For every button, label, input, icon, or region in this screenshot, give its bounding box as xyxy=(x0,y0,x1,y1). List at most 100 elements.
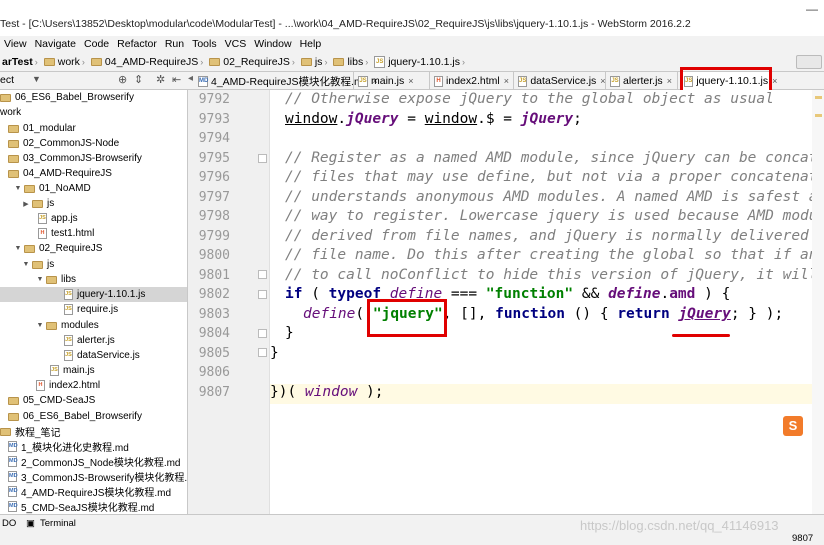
gear-icon[interactable]: ✲ xyxy=(156,73,165,86)
breadcrumb-amd[interactable]: 04_AMD-RequireJS › xyxy=(89,56,207,68)
tree-item[interactable]: JS dataService.js xyxy=(0,348,187,363)
tree-item[interactable]: 01_modular xyxy=(0,121,187,136)
close-icon[interactable]: × xyxy=(772,76,777,86)
tab-main-js[interactable]: JS main.js × xyxy=(354,72,430,90)
tab-amd-md[interactable]: MD 4_AMD-RequireJS模块化教程.md × xyxy=(194,72,378,90)
close-icon[interactable]: × xyxy=(600,76,605,86)
menu-refactor[interactable]: Refactor xyxy=(113,36,161,52)
tab-alerter-js[interactable]: JS alerter.js × xyxy=(606,72,678,90)
folder-icon xyxy=(8,412,19,421)
tree-item[interactable]: Hindex2.html xyxy=(0,378,187,393)
project-view-label[interactable]: ect xyxy=(0,74,14,86)
chevron-down-icon[interactable]: ▼ xyxy=(36,322,44,329)
code-line-9797: // understands anonymous AMD modules. A … xyxy=(285,189,818,205)
js-file-icon: JS xyxy=(610,75,620,87)
tree-item[interactable]: JS app.js xyxy=(0,211,187,226)
tree-item[interactable]: ▶ js xyxy=(0,196,187,211)
menu-code[interactable]: Code xyxy=(80,36,113,52)
tree-item[interactable]: ▼ modules xyxy=(0,318,187,333)
line-number: 9799 xyxy=(198,229,230,244)
tree-item[interactable]: ▼ js xyxy=(0,257,187,272)
breadcrumb-file[interactable]: JS jquery-1.10.1.js › xyxy=(372,55,469,68)
folder-icon xyxy=(8,169,19,178)
line-number: 9796 xyxy=(198,170,230,185)
tree-item[interactable]: ▼ 02_RequireJS xyxy=(0,241,187,256)
chevron-down-icon[interactable]: ▼ xyxy=(22,261,30,268)
fold-icon[interactable] xyxy=(258,329,267,338)
menu-navigate[interactable]: Navigate xyxy=(31,36,80,52)
todo-tab[interactable]: DO xyxy=(2,518,16,529)
tree-item[interactable]: 04_AMD-RequireJS xyxy=(0,166,187,181)
breadcrumb-work[interactable]: work › xyxy=(42,56,89,68)
terminal-tab[interactable]: Terminal xyxy=(40,518,76,529)
tab-index2-html[interactable]: Hindex2.html × xyxy=(430,72,514,90)
hide-icon[interactable]: ⇤ xyxy=(172,73,181,86)
collapse-icon[interactable]: ⇕ xyxy=(134,73,143,86)
folder-icon xyxy=(0,427,11,436)
close-icon[interactable]: × xyxy=(408,76,413,86)
tree-item[interactable]: MD 3_CommonJS-Browserify模块化教程.md xyxy=(0,469,187,484)
breadcrumb-libs[interactable]: libs › xyxy=(331,56,372,68)
editor-scrollbar[interactable] xyxy=(812,90,824,514)
fold-icon[interactable] xyxy=(258,270,267,279)
menu-view[interactable]: View xyxy=(0,36,31,52)
cursor-position[interactable]: 9807 xyxy=(792,533,813,544)
fold-icon[interactable] xyxy=(258,290,267,299)
tree-item[interactable]: work xyxy=(0,105,187,120)
breadcrumb-project[interactable]: arTest › xyxy=(0,56,42,68)
menu-run[interactable]: Run xyxy=(161,36,188,52)
chevron-down-icon[interactable]: ▼ xyxy=(14,245,22,252)
tree-item[interactable]: 06_ES6_Babel_Browserify xyxy=(0,90,187,105)
breadcrumb-js[interactable]: js › xyxy=(299,56,332,68)
target-icon[interactable]: ⊕ xyxy=(118,73,127,86)
breadcrumb-requirejs[interactable]: 02_RequireJS › xyxy=(207,56,299,68)
window-title: Test - [C:\Users\13852\Desktop\modular\c… xyxy=(0,18,691,30)
tree-item-selected[interactable]: JS jquery-1.10.1.js xyxy=(0,287,187,302)
watermark: https://blog.csdn.net/qq_41146913 xyxy=(580,518,779,533)
tree-item[interactable]: 03_CommonJS-Browserify xyxy=(0,151,187,166)
fold-icon[interactable] xyxy=(258,154,267,163)
chevron-down-icon[interactable]: ▼ xyxy=(14,185,22,192)
fold-icon[interactable] xyxy=(258,348,267,357)
tree-item[interactable]: 02_CommonJS-Node xyxy=(0,136,187,151)
tree-item[interactable]: 教程_笔记 xyxy=(0,424,187,439)
menu-help[interactable]: Help xyxy=(296,36,326,52)
ime-icon[interactable]: S xyxy=(783,416,803,436)
chevron-right-icon[interactable]: ▶ xyxy=(22,200,30,208)
menu-vcs[interactable]: VCS xyxy=(221,36,251,52)
tab-scroll-icon[interactable]: ◂ xyxy=(188,73,193,84)
line-number: 9797 xyxy=(198,190,230,205)
menu-window[interactable]: Window xyxy=(250,36,295,52)
tree-item[interactable]: Htest1.html xyxy=(0,226,187,241)
tree-item[interactable]: MD 1_模块化进化史教程.md xyxy=(0,439,187,454)
folder-icon xyxy=(8,396,19,405)
code-line-9792: // Otherwise expose jQuery to the global… xyxy=(285,91,774,107)
close-icon[interactable]: × xyxy=(504,76,509,86)
tree-item[interactable]: JS alerter.js xyxy=(0,333,187,348)
close-icon[interactable]: × xyxy=(667,76,672,86)
nav-toolbar-button[interactable] xyxy=(796,55,822,69)
folder-icon xyxy=(8,139,19,148)
tree-item[interactable]: MD 4_AMD-RequireJS模块化教程.md xyxy=(0,484,187,499)
code-editor[interactable]: 9792 9793 9794 9795 9796 9797 9798 9799 … xyxy=(188,90,824,514)
tree-item[interactable]: MD 2_CommonJS_Node模块化教程.md xyxy=(0,454,187,469)
tree-item[interactable]: 06_ES6_Babel_Browserify xyxy=(0,409,187,424)
terminal-icon[interactable]: ▣ xyxy=(26,518,35,529)
chevron-down-icon[interactable]: ▼ xyxy=(32,74,41,84)
tree-item[interactable]: JS main.js xyxy=(0,363,187,378)
js-file-icon: JS xyxy=(358,75,368,87)
minimize-button[interactable]: — xyxy=(800,0,824,18)
menu-tools[interactable]: Tools xyxy=(188,36,221,52)
folder-icon xyxy=(209,57,221,66)
tree-item[interactable]: JS require.js xyxy=(0,302,187,317)
tree-item[interactable]: 05_CMD-SeaJS xyxy=(0,393,187,408)
line-number: 9806 xyxy=(198,365,230,380)
code-line-9799: // derived from file names, and jQuery i… xyxy=(285,228,809,244)
tree-item[interactable]: MD 5_CMD-SeaJS模块化教程.md xyxy=(0,499,187,514)
html-file-icon: H xyxy=(434,75,444,87)
tab-dataservice-js[interactable]: JS dataService.js × xyxy=(514,72,606,90)
tree-item[interactable]: ▼ libs xyxy=(0,272,187,287)
annotation-underline-jquery xyxy=(672,334,730,337)
tree-item[interactable]: ▼ 01_NoAMD xyxy=(0,181,187,196)
chevron-down-icon[interactable]: ▼ xyxy=(36,276,44,283)
